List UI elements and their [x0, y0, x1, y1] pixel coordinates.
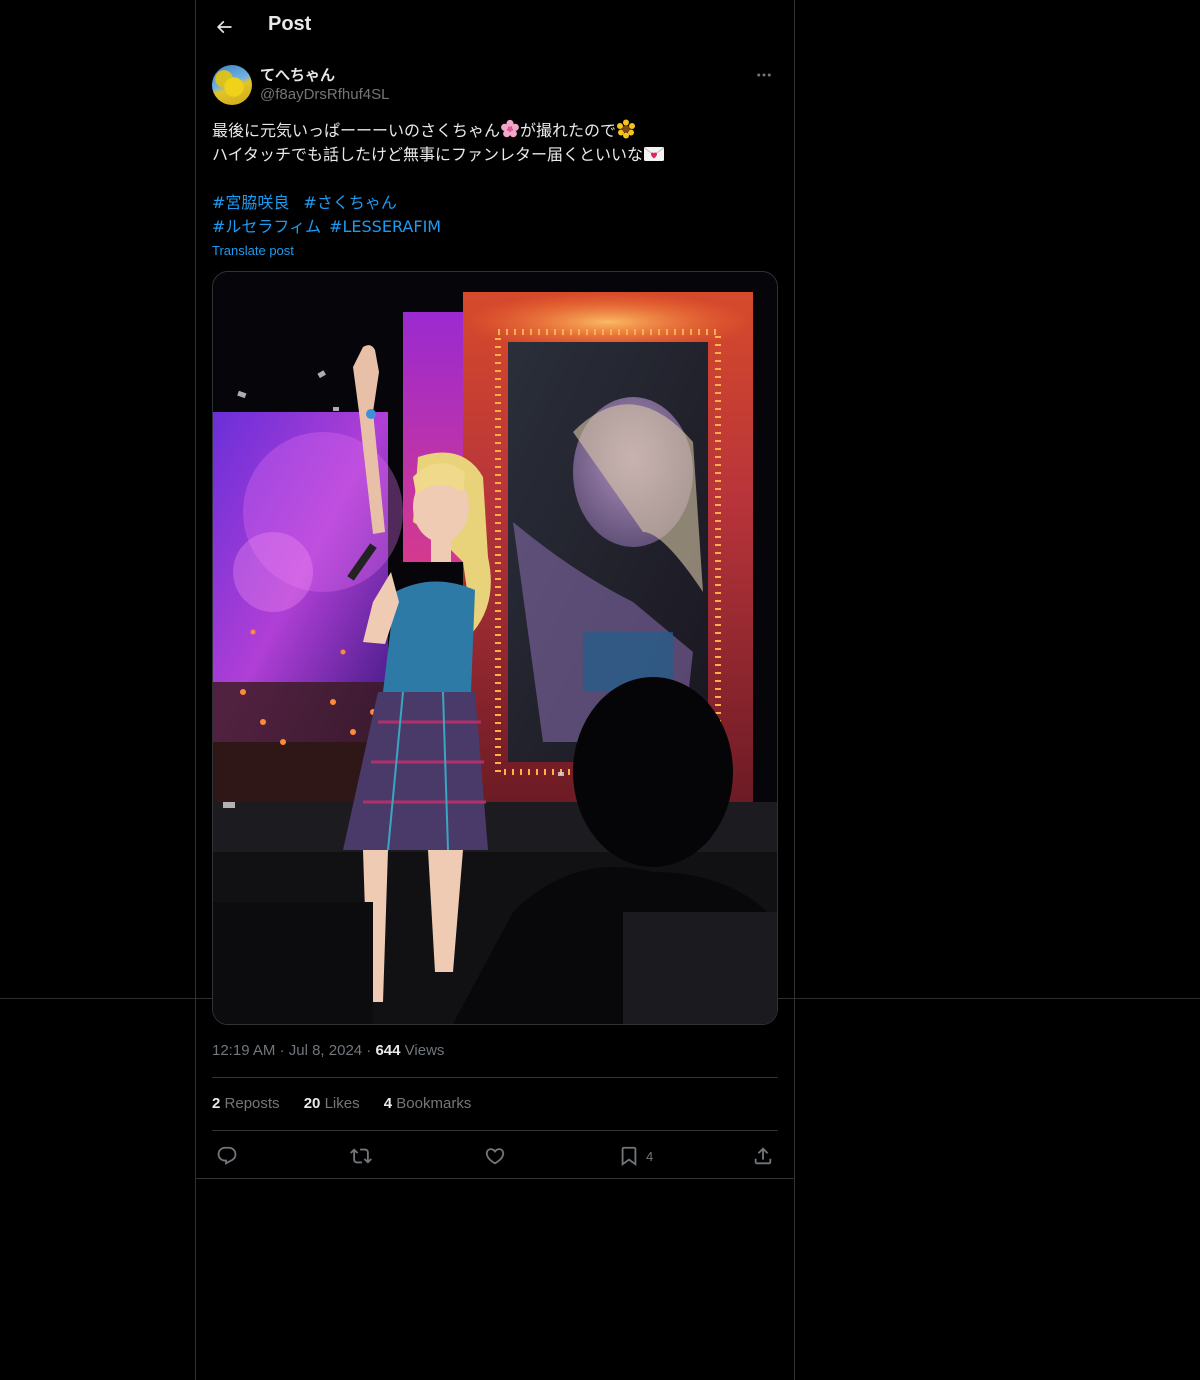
hashtags: #宮脇咲良 #さくちゃん #ルセラフィム #LESSERAFIM: [212, 191, 778, 239]
tweet-text-part: 最後に元気いっぱーーーいのさくちゃん: [212, 121, 501, 140]
author-row: てへちゃん @f8ayDrsRfhuf4SL: [212, 64, 778, 108]
action-bar: 4: [212, 1140, 778, 1172]
likes-stat[interactable]: 20 Likes: [304, 1095, 360, 1112]
cherry-blossom-icon: [501, 119, 519, 138]
hashtag-row: #ルセラフィム #LESSERAFIM: [212, 215, 778, 239]
like-icon: [485, 1148, 505, 1165]
like-button[interactable]: [484, 1140, 506, 1172]
avatar[interactable]: [212, 65, 252, 105]
more-icon: [757, 73, 771, 77]
love-letter-icon: [644, 147, 665, 161]
bookmarks-count: 4: [383, 1095, 393, 1112]
translate-post-link[interactable]: Translate post: [212, 243, 294, 258]
tweet-text-part: が撮れたので: [520, 121, 617, 140]
meta-separator: ·: [279, 1042, 285, 1059]
share-button[interactable]: [752, 1140, 774, 1172]
hashtag-link[interactable]: #LESSERAFIM: [329, 217, 441, 236]
likes-count: 20: [303, 1095, 321, 1112]
likes-label: Likes: [324, 1095, 360, 1112]
bookmarks-stat[interactable]: 4 Bookmarks: [384, 1095, 472, 1112]
repost-icon: [350, 1148, 372, 1164]
post-photo[interactable]: [212, 271, 778, 1025]
reposts-stat[interactable]: 2 Reposts: [212, 1095, 280, 1112]
author-handle[interactable]: @f8ayDrsRfhuf4SL: [260, 85, 389, 105]
bookmark-button[interactable]: 4: [618, 1140, 653, 1172]
tweet-text: 最後に元気いっぱーーーいのさくちゃん が撮れたので ハイタッチでも話したけど無事…: [212, 119, 778, 167]
divider: [212, 1077, 778, 1078]
post-stats: 2 Reposts 20 Likes 4 Bookmarks: [212, 1095, 491, 1115]
more-button[interactable]: [750, 64, 778, 86]
reposts-count: 2: [212, 1095, 221, 1112]
meta-separator: ·: [366, 1042, 372, 1059]
top-bar: Post: [196, 0, 794, 53]
page-title: Post: [268, 13, 312, 35]
bookmarks-label: Bookmarks: [396, 1095, 472, 1112]
tweet-line-2: ハイタッチでも話したけど無事にファンレター届くといいな: [212, 143, 778, 167]
repost-button[interactable]: [350, 1140, 372, 1172]
post-time[interactable]: 12:19 AM: [212, 1042, 275, 1059]
hashtag-row: #宮脇咲良 #さくちゃん: [212, 191, 778, 215]
reply-button[interactable]: [216, 1140, 238, 1172]
share-icon: [754, 1147, 772, 1165]
back-button[interactable]: [208, 11, 240, 43]
bookmark-icon: [621, 1146, 637, 1167]
back-arrow-icon: [216, 20, 232, 34]
hashtag-link[interactable]: #宮脇咲良: [212, 193, 289, 212]
sunflower-icon: [617, 119, 636, 139]
divider: [212, 1130, 778, 1131]
post-date[interactable]: Jul 8, 2024: [289, 1042, 362, 1059]
reply-icon: [217, 1146, 237, 1165]
author-display-name[interactable]: てへちゃん: [260, 65, 389, 85]
views-count: 644: [375, 1042, 401, 1059]
post-meta: 12:19 AM · Jul 8, 2024 · 644 Views: [212, 1042, 444, 1062]
bookmark-count: 4: [646, 1148, 654, 1164]
page: Post てへちゃん @f8ayDrsRfhuf4SL 最後に元気いっぱーーーい…: [0, 0, 1200, 1380]
post-column: Post てへちゃん @f8ayDrsRfhuf4SL 最後に元気いっぱーーーい…: [195, 0, 795, 1380]
divider: [196, 1178, 794, 1179]
reposts-label: Reposts: [224, 1095, 280, 1112]
hashtag-link[interactable]: #ルセラフィム: [212, 217, 321, 236]
tweet-text-part: ハイタッチでも話したけど無事にファンレター届くといいな: [212, 145, 644, 164]
hashtag-link[interactable]: #さくちゃん: [303, 193, 396, 212]
concert-photo: [213, 272, 777, 1024]
author-names: てへちゃん @f8ayDrsRfhuf4SL: [260, 65, 389, 105]
views-label: Views: [404, 1042, 445, 1059]
tweet-line-1: 最後に元気いっぱーーーいのさくちゃん が撮れたので: [212, 119, 778, 143]
